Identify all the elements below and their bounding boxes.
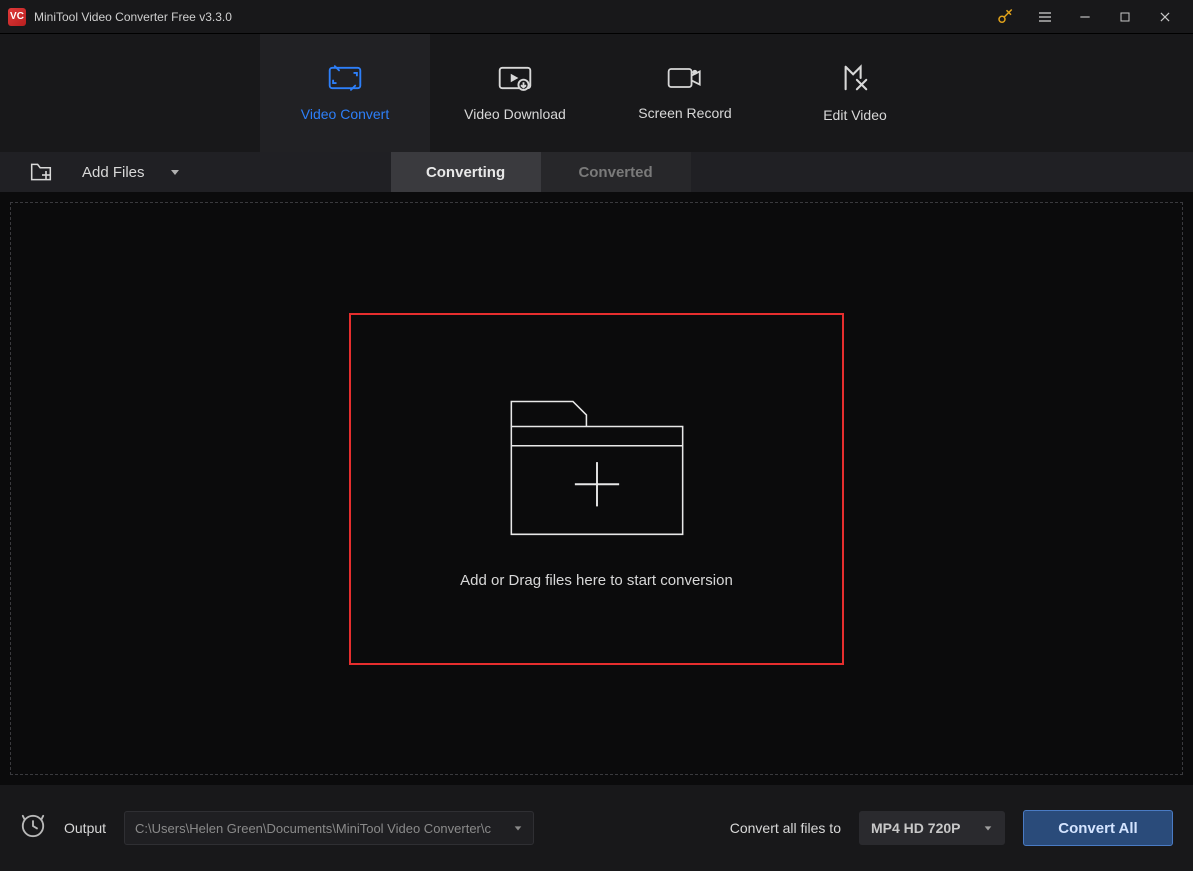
- chevron-down-icon: [513, 823, 523, 833]
- footer: Output C:\Users\Helen Green\Documents\Mi…: [0, 785, 1193, 871]
- minimize-button[interactable]: [1065, 0, 1105, 34]
- tab-video-convert[interactable]: Video Convert: [260, 34, 430, 152]
- subtab-label: Converted: [578, 164, 652, 181]
- tab-label: Screen Record: [638, 105, 731, 121]
- output-path-text: C:\Users\Helen Green\Documents\MiniTool …: [135, 821, 513, 836]
- menu-icon[interactable]: [1025, 0, 1065, 34]
- chevron-down-icon: [983, 823, 993, 833]
- convert-all-button-label: Convert All: [1058, 820, 1137, 837]
- output-format-text: MP4 HD 720P: [871, 820, 983, 836]
- main-tabs: Video Convert Video Download Screen Reco…: [0, 34, 1193, 152]
- close-button[interactable]: [1145, 0, 1185, 34]
- toolbar: Add Files Converting Converted: [0, 152, 1193, 192]
- maximize-button[interactable]: [1105, 0, 1145, 34]
- folder-plus-icon: [504, 388, 690, 542]
- app-logo-icon: VC: [8, 8, 26, 26]
- recent-icon[interactable]: [20, 813, 46, 844]
- tab-label: Video Download: [464, 106, 566, 122]
- output-label: Output: [64, 820, 106, 836]
- output-path-field[interactable]: C:\Users\Helen Green\Documents\MiniTool …: [124, 811, 534, 845]
- subtab-converted[interactable]: Converted: [541, 152, 691, 192]
- tab-video-download[interactable]: Video Download: [430, 34, 600, 152]
- titlebar: VC MiniTool Video Converter Free v3.3.0: [0, 0, 1193, 34]
- subtab-converting[interactable]: Converting: [391, 152, 541, 192]
- app-title: MiniTool Video Converter Free v3.3.0: [34, 10, 232, 24]
- drop-zone-label: Add or Drag files here to start conversi…: [460, 572, 733, 589]
- output-format-select[interactable]: MP4 HD 720P: [859, 811, 1005, 845]
- add-files-label: Add Files: [82, 164, 145, 181]
- tab-label: Video Convert: [301, 106, 389, 122]
- convert-all-label: Convert all files to: [730, 820, 841, 836]
- tab-screen-record[interactable]: Screen Record: [600, 34, 770, 152]
- subtab-label: Converting: [426, 164, 505, 181]
- key-icon[interactable]: [985, 0, 1025, 34]
- chevron-down-icon: [169, 166, 181, 178]
- drop-zone[interactable]: Add or Drag files here to start conversi…: [349, 313, 844, 665]
- tab-edit-video[interactable]: Edit Video: [770, 34, 940, 152]
- drop-zone-outer: Add or Drag files here to start conversi…: [10, 202, 1183, 775]
- add-files-button[interactable]: Add Files: [30, 162, 181, 182]
- subtabs: Converting Converted: [391, 152, 691, 192]
- convert-all-button[interactable]: Convert All: [1023, 810, 1173, 846]
- main-area: Add or Drag files here to start conversi…: [0, 192, 1193, 785]
- tab-label: Edit Video: [823, 107, 887, 123]
